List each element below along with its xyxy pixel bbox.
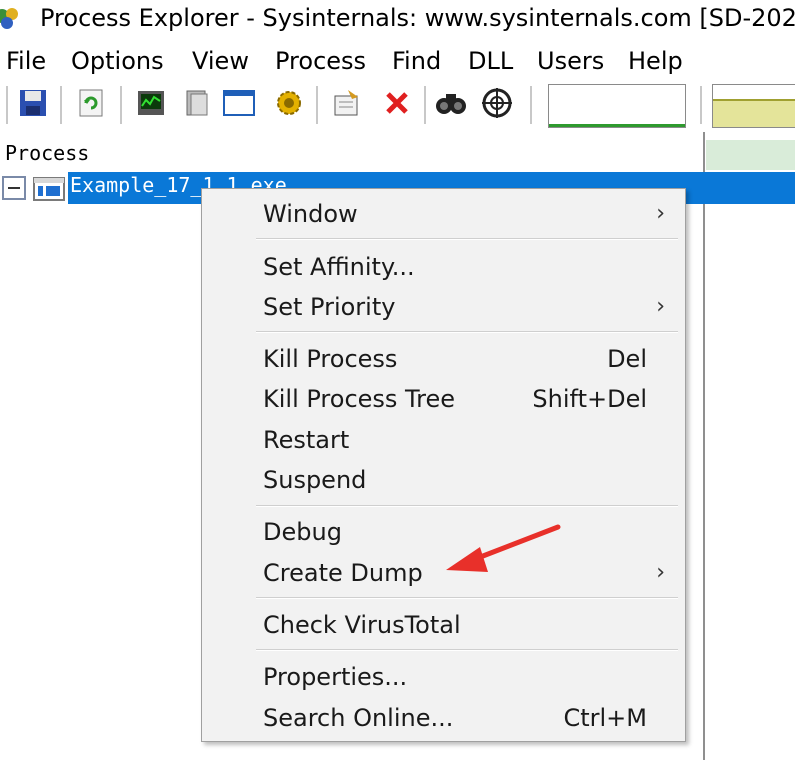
memory-usage-graph[interactable] xyxy=(712,84,795,128)
submenu-arrow-icon: › xyxy=(656,201,665,226)
kill-process-icon[interactable] xyxy=(380,86,414,120)
menu-item-label: Window xyxy=(263,200,358,228)
menu-item-shortcut: Ctrl+M xyxy=(563,704,647,732)
context-menu: Window › Set Affinity... Set Priority › … xyxy=(201,188,686,742)
cpu-usage-graph[interactable] xyxy=(548,84,686,128)
menu-separator xyxy=(256,649,678,651)
menu-find[interactable]: Find xyxy=(392,44,441,78)
menu-options[interactable]: Options xyxy=(71,44,164,78)
system-information-icon[interactable] xyxy=(134,86,168,120)
menu-separator xyxy=(256,238,678,240)
menu-separator xyxy=(256,597,678,599)
graph-column-header xyxy=(706,140,795,170)
menu-item-label: Create Dump xyxy=(263,559,423,587)
save-icon[interactable] xyxy=(16,86,50,120)
toolbar-separator xyxy=(120,86,123,124)
menu-item-label: Properties... xyxy=(263,663,408,691)
process-explorer-app-icon xyxy=(0,8,18,29)
toolbar-separator xyxy=(530,86,533,124)
menu-item-set-affinity[interactable]: Set Affinity... xyxy=(202,247,685,287)
find-icon[interactable] xyxy=(434,86,468,120)
menu-item-label: Search Online... xyxy=(263,704,454,732)
window-title: Process Explorer - Sysinternals: www.sys… xyxy=(40,4,795,32)
title-bar: Process Explorer - Sysinternals: www.sys… xyxy=(0,0,795,38)
menu-item-label: Set Priority xyxy=(263,293,396,321)
process-column-header[interactable]: Process xyxy=(0,138,706,168)
menu-item-label: Kill Process xyxy=(263,345,398,373)
application-window-icon xyxy=(33,177,65,201)
menu-item-suspend[interactable]: Suspend xyxy=(202,460,685,500)
menu-item-label: Check VirusTotal xyxy=(263,611,461,639)
menu-item-shortcut: Del xyxy=(607,345,647,373)
menu-item-label: Suspend xyxy=(263,466,367,494)
toolbar-separator xyxy=(424,86,427,124)
submenu-arrow-icon: › xyxy=(656,560,665,585)
target-icon[interactable] xyxy=(480,86,514,120)
toolbar-separator xyxy=(60,86,63,124)
menu-separator xyxy=(256,331,678,333)
column-divider[interactable] xyxy=(703,132,705,760)
window-icon[interactable] xyxy=(222,86,256,120)
collapse-tree-icon[interactable] xyxy=(2,176,26,200)
toolbar-grip xyxy=(6,86,9,124)
menu-item-create-dump[interactable]: Create Dump › xyxy=(202,553,685,593)
menu-item-debug[interactable]: Debug xyxy=(202,512,685,552)
refresh-icon[interactable] xyxy=(74,86,108,120)
menu-item-kill-process[interactable]: Kill Process Del xyxy=(202,339,685,379)
menu-view[interactable]: View xyxy=(192,44,249,78)
menu-users[interactable]: Users xyxy=(537,44,604,78)
menu-dll[interactable]: DLL xyxy=(468,44,513,78)
menu-item-label: Debug xyxy=(263,518,342,546)
toolbar-separator xyxy=(316,86,319,124)
toolbar-separator xyxy=(700,86,703,124)
menu-item-kill-process-tree[interactable]: Kill Process Tree Shift+Del xyxy=(202,379,685,419)
menu-bar: File Options View Process Find DLL Users… xyxy=(0,44,795,78)
menu-item-search-online[interactable]: Search Online... Ctrl+M xyxy=(202,698,685,738)
toolbar xyxy=(0,80,795,132)
menu-item-set-priority[interactable]: Set Priority › xyxy=(202,287,685,327)
menu-item-properties[interactable]: Properties... xyxy=(202,657,685,697)
menu-item-label: Kill Process Tree xyxy=(263,385,456,413)
menu-item-check-virustotal[interactable]: Check VirusTotal xyxy=(202,605,685,645)
process-column-label: Process xyxy=(5,141,90,165)
process-properties-icon[interactable] xyxy=(330,86,364,120)
properties-icon[interactable] xyxy=(180,86,214,120)
menu-item-shortcut: Shift+Del xyxy=(532,385,647,413)
submenu-arrow-icon: › xyxy=(656,294,665,319)
menu-item-window[interactable]: Window › xyxy=(202,194,685,234)
menu-item-label: Restart xyxy=(263,426,350,454)
menu-file[interactable]: File xyxy=(6,44,46,78)
gear-icon[interactable] xyxy=(272,86,306,120)
menu-separator xyxy=(256,505,678,507)
menu-item-label: Set Affinity... xyxy=(263,253,415,281)
menu-item-restart[interactable]: Restart xyxy=(202,420,685,460)
menu-help[interactable]: Help xyxy=(628,44,683,78)
menu-process[interactable]: Process xyxy=(275,44,366,78)
